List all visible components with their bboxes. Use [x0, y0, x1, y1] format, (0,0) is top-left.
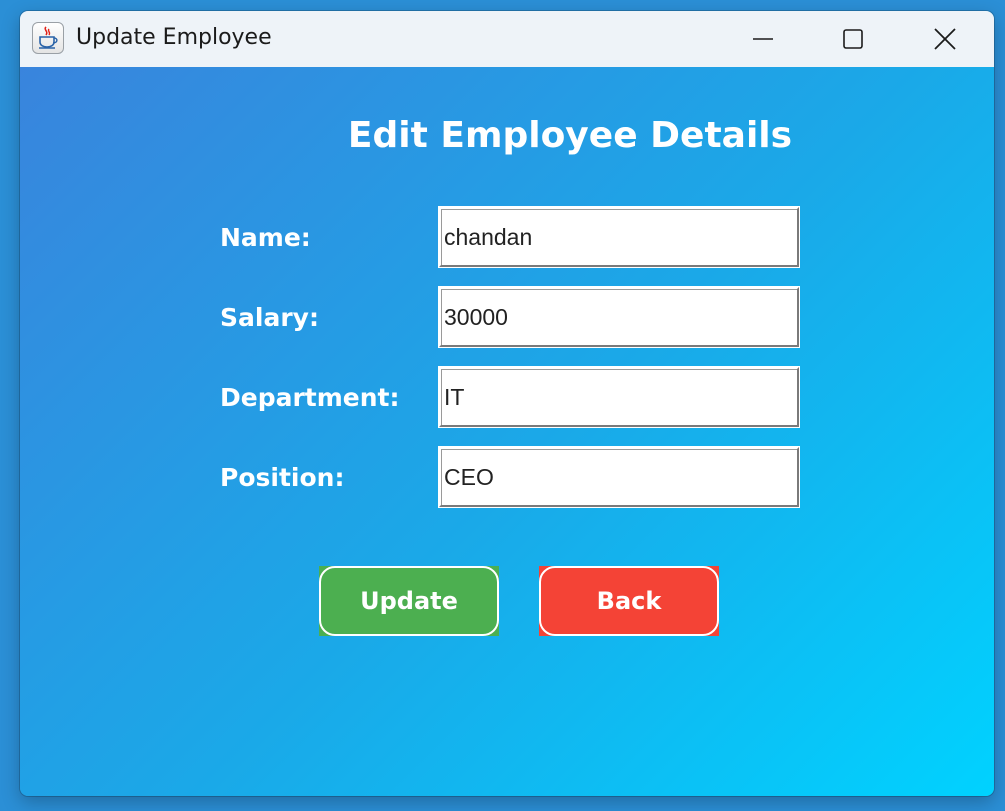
form-heading: Edit Employee Details	[347, 115, 793, 156]
position-input[interactable]	[438, 446, 800, 508]
salary-label: Salary:	[220, 303, 319, 332]
update-button-frame: Update	[319, 566, 499, 636]
maximize-icon	[843, 29, 863, 49]
title-bar[interactable]: Update Employee	[20, 11, 994, 67]
window-title: Update Employee	[76, 25, 272, 50]
salary-input[interactable]	[438, 286, 800, 348]
update-button[interactable]: Update	[319, 566, 499, 636]
department-input[interactable]	[438, 366, 800, 428]
name-input[interactable]	[438, 206, 800, 268]
department-label: Department:	[220, 383, 400, 412]
minimize-button[interactable]	[718, 11, 808, 67]
minimize-icon	[753, 38, 773, 40]
java-coffee-cup-icon	[32, 22, 64, 54]
back-button[interactable]: Back	[539, 566, 719, 636]
back-button-frame: Back	[539, 566, 719, 636]
position-label: Position:	[220, 463, 345, 492]
maximize-button[interactable]	[808, 11, 898, 67]
close-icon	[934, 28, 956, 50]
close-button[interactable]	[900, 11, 990, 67]
name-label: Name:	[220, 223, 311, 252]
update-employee-window: Update Employee Edit Employee Details Na…	[20, 11, 994, 796]
